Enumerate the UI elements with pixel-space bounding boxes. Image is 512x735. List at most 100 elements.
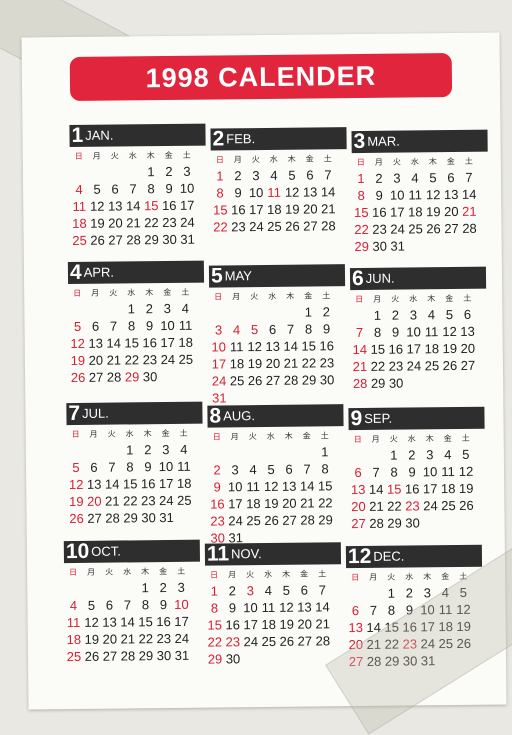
day-cell: 17 bbox=[248, 201, 264, 218]
day-cell: 13 bbox=[86, 476, 102, 492]
day-cell: 18 bbox=[72, 215, 87, 231]
day-cell: 25 bbox=[177, 492, 192, 508]
weekday-label: 金 bbox=[443, 434, 452, 444]
weekday-label: 水 bbox=[407, 434, 416, 444]
month-number: 12 bbox=[347, 544, 372, 569]
day-cell: 6 bbox=[111, 181, 119, 197]
day-cell: 17 bbox=[406, 341, 422, 357]
month-number: 4 bbox=[69, 260, 82, 285]
day-cell: 30 bbox=[142, 369, 158, 385]
day-cell: 5 bbox=[72, 459, 80, 476]
day-cell: 27 bbox=[460, 357, 476, 373]
day-cell: 29 bbox=[318, 512, 333, 528]
day-cell: 20 bbox=[87, 493, 102, 509]
day-cell: 27 bbox=[351, 515, 366, 532]
day-cell: 1 bbox=[387, 585, 396, 601]
day-cell: 13 bbox=[443, 186, 459, 203]
month-name: JAN. bbox=[85, 127, 114, 143]
weekday-label: 日 bbox=[73, 288, 82, 298]
day-cell: 12 bbox=[247, 339, 263, 355]
day-cell: 10 bbox=[248, 184, 264, 201]
day-cell: 16 bbox=[210, 496, 225, 512]
day-cell: 7 bbox=[129, 181, 137, 197]
day-empty bbox=[88, 164, 106, 181]
day-cell: 17 bbox=[390, 204, 405, 220]
weekday-label: 月 bbox=[233, 155, 242, 165]
day-cell: 2 bbox=[145, 301, 154, 317]
day-cell: 1 bbox=[321, 444, 329, 460]
month-number: 6 bbox=[351, 266, 364, 291]
weekday-label: 月 bbox=[91, 288, 100, 298]
day-cell: 14 bbox=[320, 184, 336, 200]
day-cell: 6 bbox=[105, 597, 114, 613]
day-cell: 2 bbox=[405, 585, 414, 601]
day-cell: 19 bbox=[247, 356, 263, 372]
weekday-label: 土 bbox=[320, 431, 329, 441]
day-cell: 1 bbox=[373, 307, 382, 323]
month-header: 8 AUG. bbox=[207, 404, 344, 428]
day-cell: 21 bbox=[106, 352, 122, 368]
day-cell: 26 bbox=[426, 221, 441, 237]
day-cell: 28 bbox=[315, 633, 331, 649]
day-cell: 9 bbox=[165, 180, 173, 197]
month-number: 2 bbox=[212, 127, 225, 151]
day-cell: 28 bbox=[105, 510, 120, 526]
weekday-label: 水 bbox=[268, 291, 277, 301]
day-cell: 10 bbox=[179, 180, 195, 196]
day-cell: 8 bbox=[390, 464, 398, 480]
day-cell: 31 bbox=[174, 647, 190, 663]
weekday-label: 土 bbox=[463, 293, 472, 303]
day-cell: 7 bbox=[465, 169, 473, 185]
day-cell: 10 bbox=[158, 458, 174, 475]
day-empty bbox=[227, 304, 245, 321]
day-cell: 3 bbox=[246, 583, 254, 599]
day-empty bbox=[226, 444, 244, 461]
weekday-label: 水 bbox=[266, 431, 275, 441]
day-cell: 8 bbox=[321, 461, 329, 477]
day-cell: 8 bbox=[216, 185, 224, 201]
day-cell: 9 bbox=[213, 479, 221, 495]
day-empty bbox=[86, 301, 104, 318]
day-cell: 8 bbox=[141, 597, 150, 613]
day-cell: 7 bbox=[355, 324, 364, 341]
day-cell: 6 bbox=[351, 603, 360, 619]
day-empty bbox=[104, 300, 122, 317]
day-cell: 9 bbox=[159, 597, 168, 613]
day-cell: 11 bbox=[261, 599, 276, 616]
day-cell: 17 bbox=[174, 613, 189, 629]
day-cell: 22 bbox=[124, 352, 140, 368]
day-cell: 28 bbox=[283, 372, 299, 388]
day-cell: 3 bbox=[162, 441, 170, 458]
weekday-label: 木 bbox=[427, 294, 436, 304]
day-cell: 22 bbox=[123, 493, 138, 509]
weekday-label: 水 bbox=[128, 151, 137, 161]
weekday-label: 木 bbox=[423, 572, 432, 582]
weekday-label: 土 bbox=[461, 433, 470, 443]
weekday-label: 木 bbox=[428, 157, 437, 167]
day-cell: 27 bbox=[297, 633, 313, 649]
day-cell: 23 bbox=[142, 352, 158, 368]
weekday-label: 火 bbox=[107, 429, 116, 439]
day-cell: 20 bbox=[88, 352, 104, 368]
day-cell: 24 bbox=[228, 513, 243, 529]
day-cell: 1 bbox=[390, 447, 398, 463]
weekday-label: 木 bbox=[284, 431, 293, 441]
day-empty bbox=[67, 442, 85, 459]
day-cell: 14 bbox=[104, 476, 120, 492]
day-cell: 25 bbox=[267, 218, 282, 234]
day-cell: 13 bbox=[265, 338, 281, 354]
day-cell: 16 bbox=[161, 197, 177, 214]
day-cell: 15 bbox=[122, 476, 138, 492]
day-cell: 30 bbox=[156, 647, 172, 664]
day-cell: 30 bbox=[225, 651, 241, 667]
day-cell: 28 bbox=[321, 218, 336, 234]
day-cell: 17 bbox=[228, 496, 243, 512]
month-feb: 2 FEB. 日月火水木金土 1 2 3 4 5 6 7 8 9 10 11 12 13 14 15 16 17 18 1… bbox=[210, 127, 347, 235]
day-cell: 23 bbox=[372, 221, 387, 237]
day-cell: 23 bbox=[210, 513, 225, 529]
day-empty bbox=[281, 304, 299, 321]
day-cell: 10 bbox=[243, 600, 258, 616]
month-name: DEC. bbox=[373, 548, 405, 564]
day-cell: 27 bbox=[303, 218, 318, 234]
day-cell: 20 bbox=[102, 631, 118, 647]
